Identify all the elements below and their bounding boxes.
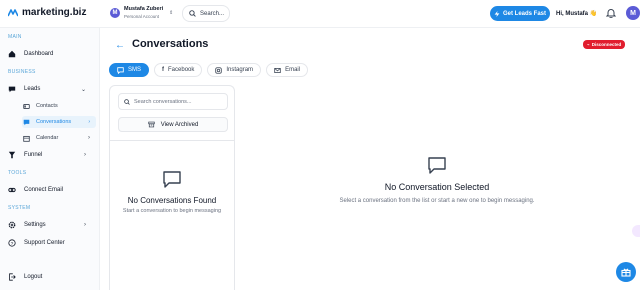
conversation-detail-empty-state: No Conversation Selected Select a conver… (337, 156, 537, 206)
channel-tabs: SMS f Facebook Instagram Email (109, 63, 309, 77)
sidebar-item-dashboard[interactable]: Dashboard (8, 48, 96, 60)
sidebar-item-leads[interactable]: Leads ⌄ (8, 83, 96, 95)
get-leads-label: Get Leads Fast (502, 10, 546, 17)
mail-icon (274, 67, 281, 73)
sidebar-item-label: Connect Email (24, 187, 64, 193)
message-icon (117, 66, 124, 74)
gift-button[interactable] (616, 262, 636, 282)
logo-mark-icon (8, 8, 18, 16)
sidebar-item-label: Dashboard (24, 51, 54, 57)
chat-icon (22, 118, 30, 126)
svg-text:?: ? (11, 241, 14, 247)
view-archived-button[interactable]: View Archived (118, 117, 228, 132)
chevron-right-icon: › (84, 152, 86, 158)
archive-icon (148, 121, 155, 128)
empty-detail-subtitle: Select a conversation from the list or s… (339, 198, 535, 204)
tab-sms[interactable]: SMS (109, 63, 150, 77)
sidebar-item-contacts[interactable]: Contacts (22, 100, 96, 112)
sidebar-item-calendar[interactable]: Calendar › (22, 132, 96, 144)
top-bar: marketing.biz M Mustafa Zuberi Personal … (0, 0, 640, 28)
sidebar-item-label: Leads (24, 86, 41, 92)
sidebar-item-conversations[interactable]: Conversations › (22, 116, 96, 128)
leads-icon (8, 85, 16, 93)
sidebar-item-funnel[interactable]: Funnel › (8, 149, 96, 161)
tab-instagram[interactable]: Instagram (207, 63, 262, 77)
section-tools: TOOLS (8, 170, 27, 176)
logout-icon (8, 273, 16, 281)
link-icon (8, 186, 16, 194)
global-search-label: Search... (200, 10, 225, 17)
tab-label: Facebook (168, 67, 195, 73)
status-badge: ⌁ Disconnected (583, 40, 626, 49)
funnel-icon (8, 151, 16, 159)
sidebar-item-connect-email[interactable]: Connect Email (8, 184, 96, 196)
search-icon (124, 98, 130, 105)
back-arrow-icon[interactable]: ← (115, 40, 125, 51)
sidebar: MAIN Dashboard BUSINESS Leads ⌄ Contacts… (0, 28, 100, 290)
bolt-icon (494, 10, 500, 17)
section-business: BUSINESS (8, 69, 36, 75)
tab-label: SMS (128, 67, 142, 73)
section-system: SYSTEM (8, 205, 31, 211)
calendar-icon (22, 134, 30, 142)
contacts-icon (22, 102, 30, 110)
global-search[interactable]: Search... (182, 5, 230, 22)
main-content: ← Conversations ⌁ Disconnected SMS f Fac… (101, 28, 640, 290)
get-leads-button[interactable]: Get Leads Fast (490, 6, 550, 21)
tab-label: Email (285, 67, 301, 73)
chevron-updown-icon: ⇕ (169, 10, 174, 16)
tab-label: Instagram (226, 67, 254, 73)
account-avatar: M (110, 8, 120, 18)
gift-icon (621, 268, 631, 277)
chevron-down-icon: ⌄ (80, 86, 86, 93)
facebook-icon: f (162, 67, 165, 73)
help-icon: ? (8, 239, 16, 247)
side-widget-tab[interactable] (632, 225, 640, 237)
chat-bubble-icon (428, 157, 446, 174)
signal-off-icon: ⌁ (587, 41, 590, 47)
chevron-right-icon: › (88, 135, 90, 141)
section-main: MAIN (8, 34, 22, 40)
conversation-search-input[interactable] (134, 98, 224, 105)
account-switcher[interactable]: M Mustafa Zuberi Personal Account ⇕ (110, 6, 173, 20)
bell-icon[interactable] (606, 8, 616, 18)
view-archived-label: View Archived (160, 121, 199, 128)
search-icon (189, 10, 196, 17)
chevron-right-icon: › (84, 222, 86, 228)
home-icon (8, 50, 16, 58)
user-avatar[interactable]: M (626, 6, 640, 20)
user-greeting: Hi, Mustafa 👋 (556, 11, 598, 17)
gear-icon (8, 221, 16, 229)
empty-list-subtitle: Start a conversation to begin messaging (122, 208, 222, 214)
app-name: marketing.biz (22, 7, 87, 18)
sidebar-item-support[interactable]: ? Support Center (8, 237, 96, 249)
account-type: Personal Account (124, 14, 160, 19)
chevron-right-icon: › (88, 119, 90, 125)
page-title: Conversations (132, 38, 209, 50)
empty-list-title: No Conversations Found (127, 196, 217, 205)
tab-facebook[interactable]: f Facebook (154, 63, 203, 77)
sidebar-item-label: Conversations (36, 119, 72, 125)
conversation-list-empty-state: No Conversations Found Start a conversat… (110, 170, 234, 214)
tab-email[interactable]: Email (266, 63, 309, 77)
sidebar-item-label: Funnel (24, 152, 43, 158)
chat-bubble-icon (163, 171, 181, 188)
sidebar-item-label: Support Center (24, 240, 65, 246)
status-label: Disconnected (591, 42, 622, 47)
account-name: Mustafa Zuberi (124, 6, 164, 12)
conversation-list-panel: View Archived No Conversations Found Sta… (109, 85, 235, 290)
sidebar-item-logout[interactable]: Logout (8, 271, 96, 283)
sidebar-item-label: Calendar (36, 135, 59, 141)
sidebar-item-label: Logout (24, 274, 43, 280)
app-logo[interactable]: marketing.biz (8, 7, 86, 18)
sidebar-item-settings[interactable]: Settings › (8, 219, 96, 231)
instagram-icon (215, 66, 223, 74)
divider (110, 140, 234, 141)
sidebar-item-label: Contacts (36, 103, 58, 109)
conversation-search[interactable] (118, 93, 228, 110)
sidebar-item-label: Settings (24, 222, 46, 228)
empty-detail-title: No Conversation Selected (384, 182, 490, 192)
